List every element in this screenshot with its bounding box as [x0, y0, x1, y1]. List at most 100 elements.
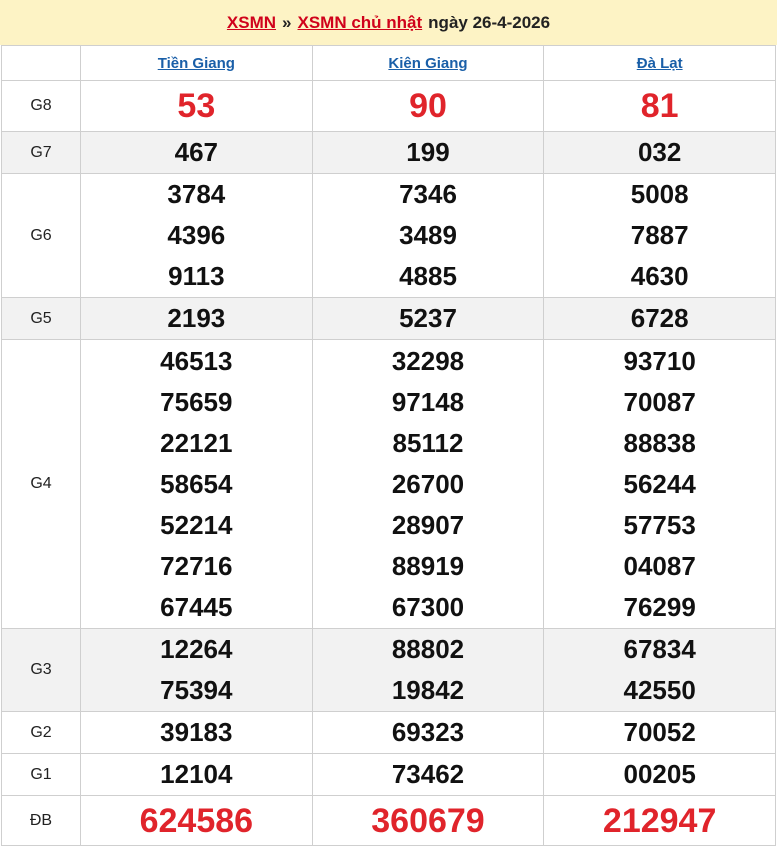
result-number: 67445	[160, 591, 233, 622]
result-number: 70052	[623, 717, 696, 747]
result-cell: 93710 70087 88838 56244 57753 04087 76299	[543, 339, 776, 629]
prize-row: G5 2193 5237 6728	[1, 297, 776, 340]
prize-row: G7 467 199 032	[1, 131, 776, 174]
result-number: 7887	[630, 220, 689, 250]
result-cell: 032	[543, 131, 776, 174]
table-header-row: Tiền Giang Kiên Giang Đà Lạt	[1, 45, 776, 81]
result-cell: 53	[80, 80, 313, 132]
result-cell: 3784 4396 9113	[80, 173, 313, 298]
result-cell: 39183	[80, 711, 313, 754]
result-number: 46513	[160, 345, 233, 376]
result-cell: 12264 75394	[80, 628, 313, 712]
result-number: 53	[177, 87, 216, 125]
result-number: 5237	[399, 303, 457, 333]
result-number: 199	[406, 137, 450, 167]
result-number: 467	[174, 137, 219, 167]
result-number: 6728	[630, 303, 689, 333]
result-number: 75394	[160, 675, 233, 705]
prize-label: G3	[1, 628, 81, 712]
result-number: 4885	[399, 261, 457, 291]
province-header-tien-giang: Tiền Giang	[80, 45, 313, 81]
prize-label: G4	[1, 339, 81, 629]
result-cell: 67834 42550	[543, 628, 776, 712]
result-number: 9113	[168, 261, 225, 291]
result-number: 3784	[167, 179, 226, 209]
result-cell: 624586	[80, 795, 313, 846]
province-link-kien-giang[interactable]: Kiên Giang	[388, 55, 467, 72]
province-link-tien-giang[interactable]: Tiền Giang	[158, 55, 235, 72]
result-cell: 32298 97148 85112 26700 28907 88919 67300	[311, 339, 545, 629]
result-number: 7346	[399, 179, 457, 209]
result-number: 3489	[399, 220, 457, 250]
result-number: 67300	[391, 591, 465, 622]
result-cell: 69323	[311, 711, 545, 754]
result-number: 75659	[160, 386, 233, 417]
result-number: 97148	[391, 386, 465, 417]
prize-row: G1 12104 73462 00205	[1, 753, 776, 796]
result-cell: 12104	[80, 753, 313, 796]
result-number: 12104	[160, 759, 233, 789]
result-number: 032	[637, 137, 682, 167]
result-cell: 88802 19842	[311, 628, 545, 712]
result-cell: 2193	[80, 297, 313, 340]
prize-row: G4 46513 75659 22121 58654 52214 72716 67445 322…	[1, 339, 776, 629]
result-cell: 360679	[311, 795, 545, 846]
result-cell: 5237	[311, 297, 545, 340]
result-number: 19842	[391, 675, 465, 705]
result-cell: 467	[80, 131, 313, 174]
result-number: 26700	[391, 468, 465, 499]
result-number: 88919	[391, 550, 465, 581]
result-number: 72716	[160, 550, 233, 581]
result-cell: 212947	[543, 795, 776, 846]
prize-label: G7	[1, 131, 81, 174]
prize-row: G2 39183 69323 70052	[1, 711, 776, 754]
result-number: 70087	[623, 386, 696, 417]
page-header: XSMN » XSMN chủ nhật ngày 26-4-2026	[0, 0, 777, 45]
province-header-da-lat: Đà Lạt	[543, 45, 776, 81]
breadcrumb-xsmn-sunday-link[interactable]: XSMN chủ nhật	[298, 13, 423, 33]
result-number: 5008	[630, 179, 689, 209]
result-number: 12264	[160, 634, 233, 664]
result-number: 81	[640, 87, 679, 125]
result-number: 32298	[391, 345, 465, 376]
prize-row: G3 12264 75394 88802 19842 67834 42550	[1, 628, 776, 712]
result-number: 04087	[623, 550, 696, 581]
results-table: Tiền Giang Kiên Giang Đà Lạt G8 53 90 81 G7 4…	[1, 45, 776, 846]
result-number: 58654	[160, 468, 233, 499]
result-number: 88802	[391, 634, 465, 664]
prize-label: ĐB	[1, 795, 81, 846]
breadcrumb-separator: »	[282, 12, 292, 32]
prize-row: ĐB 624586 360679 212947	[1, 795, 776, 846]
result-number: 360679	[371, 801, 485, 840]
prize-label: G6	[1, 173, 81, 298]
result-number: 39183	[160, 717, 233, 747]
draw-date: ngày 26-4-2026	[428, 12, 551, 32]
result-cell: 00205	[543, 753, 776, 796]
result-number: 42550	[623, 675, 696, 705]
result-cell: 81	[543, 80, 776, 132]
prize-row: G6 3784 4396 9113 7346 3489 4885 5008 7887 4630	[1, 173, 776, 298]
results-body: G8 53 90 81 G7 467 199 032 G6 3784 4396 9113 7346 348…	[1, 80, 776, 846]
result-number: 4396	[167, 220, 226, 250]
result-cell: 7346 3489 4885	[311, 173, 545, 298]
result-number: 76299	[623, 591, 696, 622]
result-cell: 70052	[543, 711, 776, 754]
result-number: 624586	[139, 801, 254, 840]
result-number: 22121	[160, 427, 233, 458]
prize-label: G2	[1, 711, 81, 754]
province-header-kien-giang: Kiên Giang	[311, 45, 545, 81]
prize-label: G1	[1, 753, 81, 796]
result-cell: 73462	[311, 753, 545, 796]
result-number: 73462	[391, 759, 465, 789]
result-number: 93710	[623, 345, 696, 376]
result-number: 69323	[391, 717, 465, 747]
province-link-da-lat[interactable]: Đà Lạt	[637, 55, 683, 72]
result-cell: 199	[311, 131, 545, 174]
prize-label: G5	[1, 297, 81, 340]
result-number: 00205	[623, 759, 696, 789]
prize-label: G8	[1, 80, 81, 132]
result-cell: 90	[311, 80, 545, 132]
result-number: 28907	[391, 509, 465, 540]
breadcrumb-xsmn-link[interactable]: XSMN	[227, 13, 276, 33]
result-number: 85112	[392, 427, 464, 458]
